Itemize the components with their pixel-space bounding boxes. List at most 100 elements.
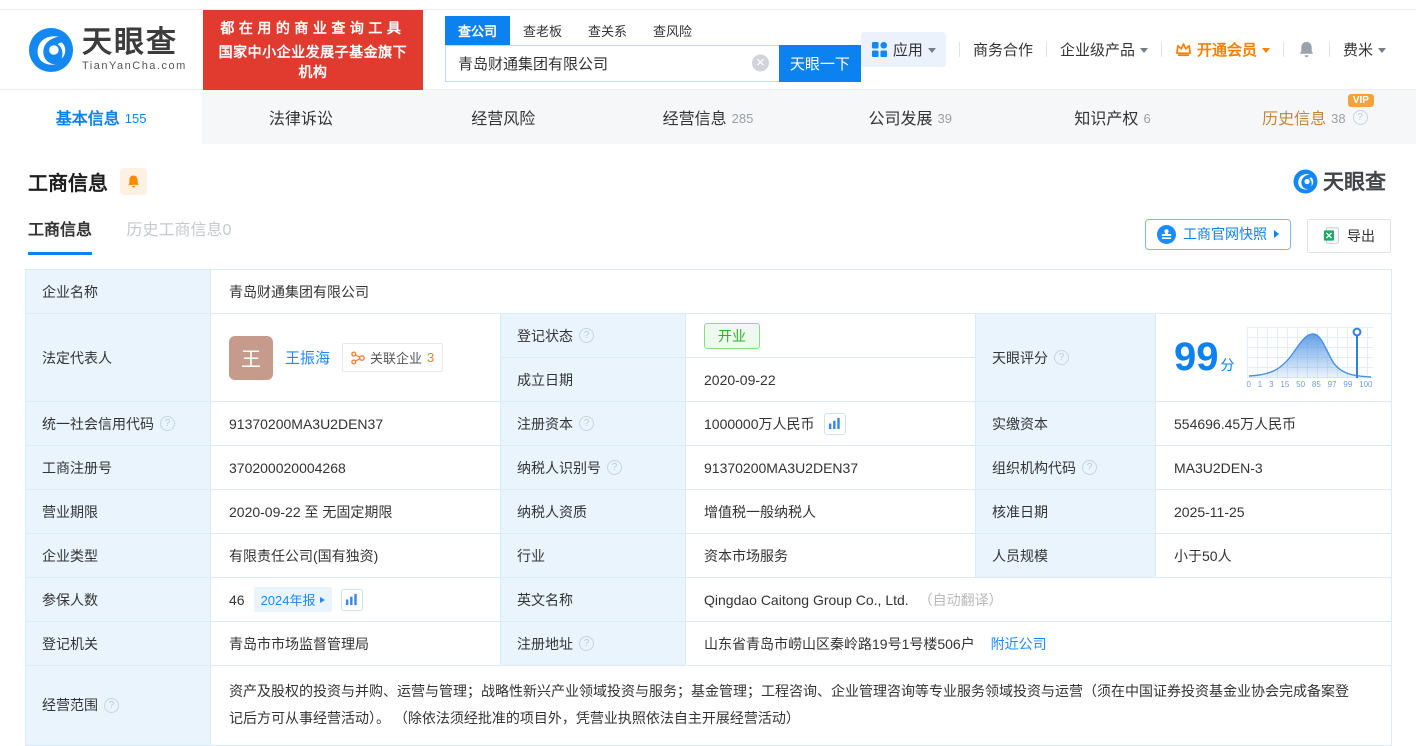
- reg-capital-label: 注册资本: [517, 415, 573, 432]
- table-row: 参保人数 46 2024年报 英文名称 Qingdao Caitong Grou…: [25, 577, 1393, 622]
- reg-number-value: 370200020004268: [210, 445, 501, 490]
- nav-user-menu[interactable]: 费米: [1343, 39, 1386, 60]
- status-badge: 开业: [704, 322, 760, 349]
- reg-address-value: 山东省青岛市崂山区秦岭路19号1号楼506户: [704, 635, 975, 652]
- search-tab-risk[interactable]: 查风险: [640, 16, 705, 45]
- credit-code-value: 91370200MA3U2DEN37: [210, 401, 501, 446]
- notification-bell-icon[interactable]: [1297, 40, 1316, 59]
- capital-chart-icon[interactable]: [823, 412, 846, 435]
- tianyancha-logo-icon: [1293, 169, 1318, 193]
- vip-badge: VIP: [1347, 94, 1374, 107]
- taxpayer-id-value: 91370200MA3U2DEN37: [685, 445, 976, 490]
- search-tab-company[interactable]: 查公司: [444, 15, 510, 45]
- export-button[interactable]: 导出: [1307, 218, 1391, 253]
- help-icon[interactable]: ?: [1082, 460, 1097, 475]
- help-icon[interactable]: ?: [1352, 109, 1368, 125]
- official-snapshot-button[interactable]: 工商官网快照: [1145, 218, 1291, 250]
- annual-report-badge[interactable]: 2024年报: [253, 587, 332, 612]
- staff-size-label: 人员规模: [975, 533, 1156, 578]
- divider: [1328, 42, 1330, 57]
- search-input-wrap: ✕: [444, 44, 779, 82]
- excel-icon: [1323, 227, 1339, 244]
- reg-authority-label: 登记机关: [25, 621, 211, 666]
- reg-authority-value: 青岛市市场监督管理局: [210, 621, 501, 666]
- avatar[interactable]: 王: [229, 335, 273, 380]
- divider: [1282, 42, 1284, 57]
- divider: [1160, 42, 1162, 57]
- section-title: 工商信息: [28, 172, 108, 195]
- business-scope-label: 经营范围: [42, 697, 98, 714]
- search-input[interactable]: [445, 45, 779, 81]
- reg-status-label: 登记状态: [517, 327, 573, 344]
- promo-line-1: 都在用的商业查询工具: [220, 19, 406, 36]
- nearby-companies-link[interactable]: 附近公司: [991, 636, 1047, 652]
- related-company-badge[interactable]: 关联企业 3: [342, 343, 444, 372]
- tab-company-development[interactable]: 公司发展 39: [809, 90, 1011, 144]
- tianyancha-company-page: 天眼查 TianYanCha.com 都在用的商业查询工具 国家中小企业发展子基…: [0, 0, 1416, 746]
- score-chart-ticks: 0 1 3 15 50 85 97 99 100: [1246, 379, 1373, 389]
- promo-banner: 都在用的商业查询工具 国家中小企业发展子基金旗下机构: [202, 9, 423, 90]
- help-icon[interactable]: ?: [579, 328, 594, 343]
- paid-capital-label: 实缴资本: [975, 401, 1156, 446]
- divider: [1045, 42, 1047, 57]
- chevron-down-icon: [927, 48, 936, 53]
- help-icon[interactable]: ?: [607, 460, 622, 475]
- company-type-value: 有限责任公司(国有独资): [210, 533, 501, 578]
- score-marker-dot: [1352, 327, 1361, 336]
- apps-label: 应用: [892, 42, 923, 59]
- subscribe-bell-button[interactable]: [120, 167, 147, 195]
- insured-chart-icon[interactable]: [340, 588, 363, 611]
- subtab-history-business-info[interactable]: 历史工商信息0: [126, 216, 231, 252]
- clear-icon[interactable]: ✕: [751, 54, 769, 72]
- search-tabs: 查公司 查老板 查关系 查风险: [444, 15, 861, 45]
- nav-open-vip[interactable]: 开通会员: [1175, 39, 1270, 60]
- apps-menu[interactable]: 应用: [860, 32, 946, 67]
- score-cell: 99 分 0 1 3 15 50 85 97 99 100: [1174, 326, 1381, 389]
- grid-icon: [871, 41, 887, 58]
- auto-translate-note: （自动翻译）: [918, 591, 1003, 608]
- reg-address-label: 注册地址: [517, 635, 573, 652]
- english-name-value: Qingdao Caitong Group Co., Ltd.: [704, 591, 909, 608]
- nav-cooperation[interactable]: 商务合作: [973, 39, 1033, 60]
- search-area: 查公司 查老板 查关系 查风险 ✕ 天眼一下: [444, 15, 861, 82]
- subtab-business-info[interactable]: 工商信息: [28, 216, 93, 255]
- search-tab-boss[interactable]: 查老板: [510, 16, 575, 45]
- table-row: 企业名称 青岛财通集团有限公司: [25, 269, 1393, 314]
- watermark-text: 天眼查: [1323, 171, 1386, 194]
- nav-enterprise-products[interactable]: 企业级产品: [1060, 39, 1148, 60]
- approval-date-value: 2025-11-25: [1154, 489, 1393, 534]
- help-icon[interactable]: ?: [160, 416, 175, 431]
- insured-count: 46: [229, 591, 245, 608]
- legal-rep-link[interactable]: 王振海: [285, 347, 330, 368]
- arrow-right-icon: [1274, 230, 1279, 238]
- tab-business-operations[interactable]: 经营信息 285: [607, 90, 809, 144]
- site-header: 天眼查 TianYanCha.com 都在用的商业查询工具 国家中小企业发展子基…: [0, 9, 1416, 90]
- establish-date-value: 2020-09-22: [685, 357, 976, 402]
- tab-intellectual-property[interactable]: 知识产权 6: [1011, 90, 1213, 144]
- tab-legal-proceedings[interactable]: 法律诉讼: [202, 90, 404, 144]
- staff-size-value: 小于50人: [1154, 533, 1393, 578]
- help-icon[interactable]: ?: [104, 697, 119, 713]
- insured-label: 参保人数: [25, 577, 211, 622]
- taxpayer-quality-label: 纳税人资质: [500, 489, 686, 534]
- english-name-label: 英文名称: [500, 577, 686, 622]
- search-tab-relation[interactable]: 查关系: [575, 16, 640, 45]
- tab-basic-info[interactable]: 基本信息 155: [0, 90, 203, 144]
- tab-operational-risk[interactable]: 经营风险: [405, 90, 607, 144]
- chevron-down-icon: [1139, 48, 1148, 53]
- score-label: 天眼评分: [992, 349, 1048, 366]
- search-button[interactable]: 天眼一下: [778, 44, 861, 82]
- score-value: 99 分: [1174, 335, 1235, 379]
- help-icon[interactable]: ?: [579, 636, 594, 651]
- taxpayer-quality-value: 增值税一般纳税人: [685, 489, 976, 534]
- help-icon[interactable]: ?: [1054, 350, 1069, 365]
- establish-date-label: 成立日期: [500, 357, 686, 402]
- help-icon[interactable]: ?: [579, 416, 594, 431]
- top-strip: [0, 0, 1416, 10]
- tab-history-info[interactable]: VIP 历史信息 38 ?: [1214, 90, 1416, 144]
- table-row: 企业类型 有限责任公司(国有独资) 行业 资本市场服务 人员规模 小于50人: [25, 533, 1393, 578]
- top-nav: 应用 商务合作 企业级产品 开通会员 费米: [860, 32, 1386, 67]
- promo-line-2: 国家中小企业发展子基金旗下机构: [218, 43, 408, 80]
- org-code-value: MA3U2DEN-3: [1154, 445, 1393, 490]
- tianyancha-logo[interactable]: 天眼查 TianYanCha.com: [28, 27, 187, 73]
